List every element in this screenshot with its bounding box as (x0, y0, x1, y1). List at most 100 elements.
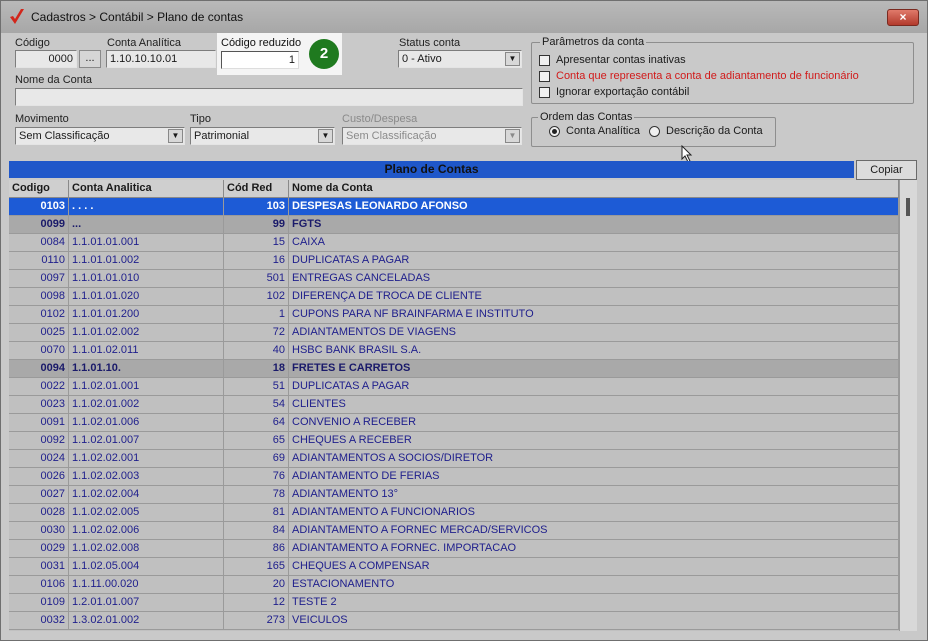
table-row[interactable]: 0091 1.1.02.01.006 64 CONVENIO A RECEBER (9, 414, 899, 432)
table-row[interactable]: 0028 1.1.02.02.005 81 ADIANTAMENTO A FUNCIO… (9, 504, 899, 522)
cell-nome-conta: CLIENTES (289, 396, 899, 414)
cell-codigo: 0024 (9, 450, 69, 468)
status-conta-select[interactable]: 0 - Ativo ▼ (398, 50, 522, 68)
apresentar-inativas-checkbox[interactable] (539, 55, 550, 66)
cell-cod-red: 81 (224, 504, 289, 522)
table-row[interactable]: 0106 1.1.11.00.020 20 ESTACIONAMENTO (9, 576, 899, 594)
ordem-descricao-radio[interactable] (649, 126, 660, 137)
table-row[interactable]: 0026 1.1.02.02.003 76 ADIANTAMENTO DE FERIA… (9, 468, 899, 486)
tipo-label: Tipo (190, 113, 211, 125)
cell-nome-conta: FGTS (289, 216, 899, 234)
apresentar-inativas-label: Apresentar contas inativas (556, 54, 686, 66)
cell-codigo: 0027 (9, 486, 69, 504)
cell-codigo: 0023 (9, 396, 69, 414)
cell-codigo: 0026 (9, 468, 69, 486)
window-title: Cadastros > Contábil > Plano de contas (31, 10, 244, 24)
chevron-down-icon[interactable]: ▼ (505, 52, 520, 66)
codigo-lookup-button[interactable]: ... (79, 50, 101, 68)
cell-conta-analitica: 1.1.01.01.001 (69, 234, 224, 252)
table-row[interactable]: 0030 1.1.02.02.006 84 ADIANTAMENTO A FORNEC… (9, 522, 899, 540)
cell-conta-analitica: 1.1.01.02.011 (69, 342, 224, 360)
table-row[interactable]: 0103. . . . 103 DESPESAS LEONARDO AFONSO (9, 198, 899, 216)
ordem-title: Ordem das Contas (538, 111, 635, 123)
codigo-reduzido-label: Código reduzido (221, 37, 302, 49)
cell-conta-analitica: ... (69, 216, 224, 234)
table-row[interactable]: 0099... 99 FGTS (9, 216, 899, 234)
cell-nome-conta: DUPLICATAS A PAGAR (289, 252, 899, 270)
chevron-down-icon[interactable]: ▼ (318, 129, 333, 143)
cell-conta-analitica: 1.1.02.01.007 (69, 432, 224, 450)
cell-codigo: 0070 (9, 342, 69, 360)
table-row[interactable]: 0109 1.2.01.01.007 12 TESTE 2 (9, 594, 899, 612)
ordem-conta-analitica-radio[interactable] (549, 126, 560, 137)
chevron-down-icon[interactable]: ▼ (168, 129, 183, 143)
column-header-nome-conta[interactable]: Nome da Conta (289, 180, 899, 198)
column-header-conta-analitica[interactable]: Conta Analitica (69, 180, 224, 198)
cell-conta-analitica: 1.3.02.01.002 (69, 612, 224, 630)
table-row[interactable]: 0098 1.1.01.01.020 102 DIFERENÇA DE TROCA D… (9, 288, 899, 306)
custo-despesa-select[interactable]: Sem Classificação ▼ (342, 127, 522, 145)
cell-nome-conta: CAIXA (289, 234, 899, 252)
cell-conta-analitica: 1.2.01.01.007 (69, 594, 224, 612)
table-row[interactable]: 0110 1.1.01.01.002 16 DUPLICATAS A PAGAR (9, 252, 899, 270)
table-row[interactable]: 0092 1.1.02.01.007 65 CHEQUES A RECEBER (9, 432, 899, 450)
cell-cod-red: 51 (224, 378, 289, 396)
cell-codigo: 0028 (9, 504, 69, 522)
cell-codigo: 0029 (9, 540, 69, 558)
movimento-select[interactable]: Sem Classificação ▼ (15, 127, 185, 145)
cell-conta-analitica: . . . . (69, 198, 224, 216)
ordem-conta-analitica-label: Conta Analítica (566, 125, 640, 137)
column-header-codigo[interactable]: Codigo (9, 180, 69, 198)
table-row[interactable]: 0102 1.1.01.01.200 1 CUPONS PARA NF BRAINFA… (9, 306, 899, 324)
cell-cod-red: 15 (224, 234, 289, 252)
cell-nome-conta: VEICULOS (289, 612, 899, 630)
codigo-reduzido-field[interactable]: 1 (221, 51, 299, 69)
custo-despesa-label: Custo/Despesa (342, 113, 418, 125)
table-row[interactable]: 0031 1.1.02.05.004 165 CHEQUES A COMPENSAR (9, 558, 899, 576)
table-row[interactable]: 0084 1.1.01.01.001 15 CAIXA (9, 234, 899, 252)
cell-codigo: 0103 (9, 198, 69, 216)
scrollbar-thumb[interactable] (906, 198, 910, 216)
table-row[interactable]: 0027 1.1.02.02.004 78 ADIANTAMENTO 13° (9, 486, 899, 504)
table-row[interactable]: 0070 1.1.01.02.011 40 HSBC BANK BRASIL S.A. (9, 342, 899, 360)
cell-conta-analitica: 1.1.02.02.008 (69, 540, 224, 558)
cell-nome-conta: CHEQUES A COMPENSAR (289, 558, 899, 576)
close-button[interactable]: × (887, 9, 919, 26)
cell-codigo: 0092 (9, 432, 69, 450)
table-row[interactable]: 0032 1.3.02.01.002 273 VEICULOS (9, 612, 899, 630)
column-header-cod-red[interactable]: Cód Red (224, 180, 289, 198)
cell-cod-red: 78 (224, 486, 289, 504)
cell-conta-analitica: 1.1.02.02.004 (69, 486, 224, 504)
title-bar[interactable]: Cadastros > Contábil > Plano de contas × (1, 1, 927, 33)
cell-cod-red: 102 (224, 288, 289, 306)
table-row[interactable]: 0022 1.1.02.01.001 51 DUPLICATAS A PAGAR (9, 378, 899, 396)
cell-nome-conta: CHEQUES A RECEBER (289, 432, 899, 450)
chevron-down-icon[interactable]: ▼ (505, 129, 520, 143)
cell-conta-analitica: 1.1.01.02.002 (69, 324, 224, 342)
cell-conta-analitica: 1.1.01.01.020 (69, 288, 224, 306)
table-row[interactable]: 0029 1.1.02.02.008 86 ADIANTAMENTO A FORNEC… (9, 540, 899, 558)
ignorar-exportacao-checkbox[interactable] (539, 87, 550, 98)
table-row[interactable]: 0094 1.1.01.10. 18 FRETES E CARRETOS (9, 360, 899, 378)
cell-codigo: 0094 (9, 360, 69, 378)
cell-conta-analitica: 1.1.01.01.200 (69, 306, 224, 324)
cell-conta-analitica: 1.1.02.02.005 (69, 504, 224, 522)
codigo-label: Código (15, 37, 50, 49)
grid-scrollbar[interactable] (899, 180, 917, 631)
nome-conta-field[interactable] (15, 88, 523, 106)
cell-codigo: 0032 (9, 612, 69, 630)
codigo-field[interactable]: 0000 (15, 50, 77, 68)
cell-cod-red: 20 (224, 576, 289, 594)
cell-cod-red: 16 (224, 252, 289, 270)
cell-codigo: 0091 (9, 414, 69, 432)
cell-codigo: 0022 (9, 378, 69, 396)
cell-cod-red: 1 (224, 306, 289, 324)
adiantamento-funcionario-checkbox[interactable] (539, 71, 550, 82)
copy-button[interactable]: Copiar (856, 160, 917, 180)
table-row[interactable]: 0097 1.1.01.01.010 501 ENTREGAS CANCELADAS (9, 270, 899, 288)
table-row[interactable]: 0025 1.1.01.02.002 72 ADIANTAMENTOS DE VIAG… (9, 324, 899, 342)
tipo-select[interactable]: Patrimonial ▼ (190, 127, 335, 145)
conta-analitica-field[interactable]: 1.10.10.10.01 (106, 50, 216, 68)
table-row[interactable]: 0023 1.1.02.01.002 54 CLIENTES (9, 396, 899, 414)
table-row[interactable]: 0024 1.1.02.02.001 69 ADIANTAMENTOS A SOCIO… (9, 450, 899, 468)
